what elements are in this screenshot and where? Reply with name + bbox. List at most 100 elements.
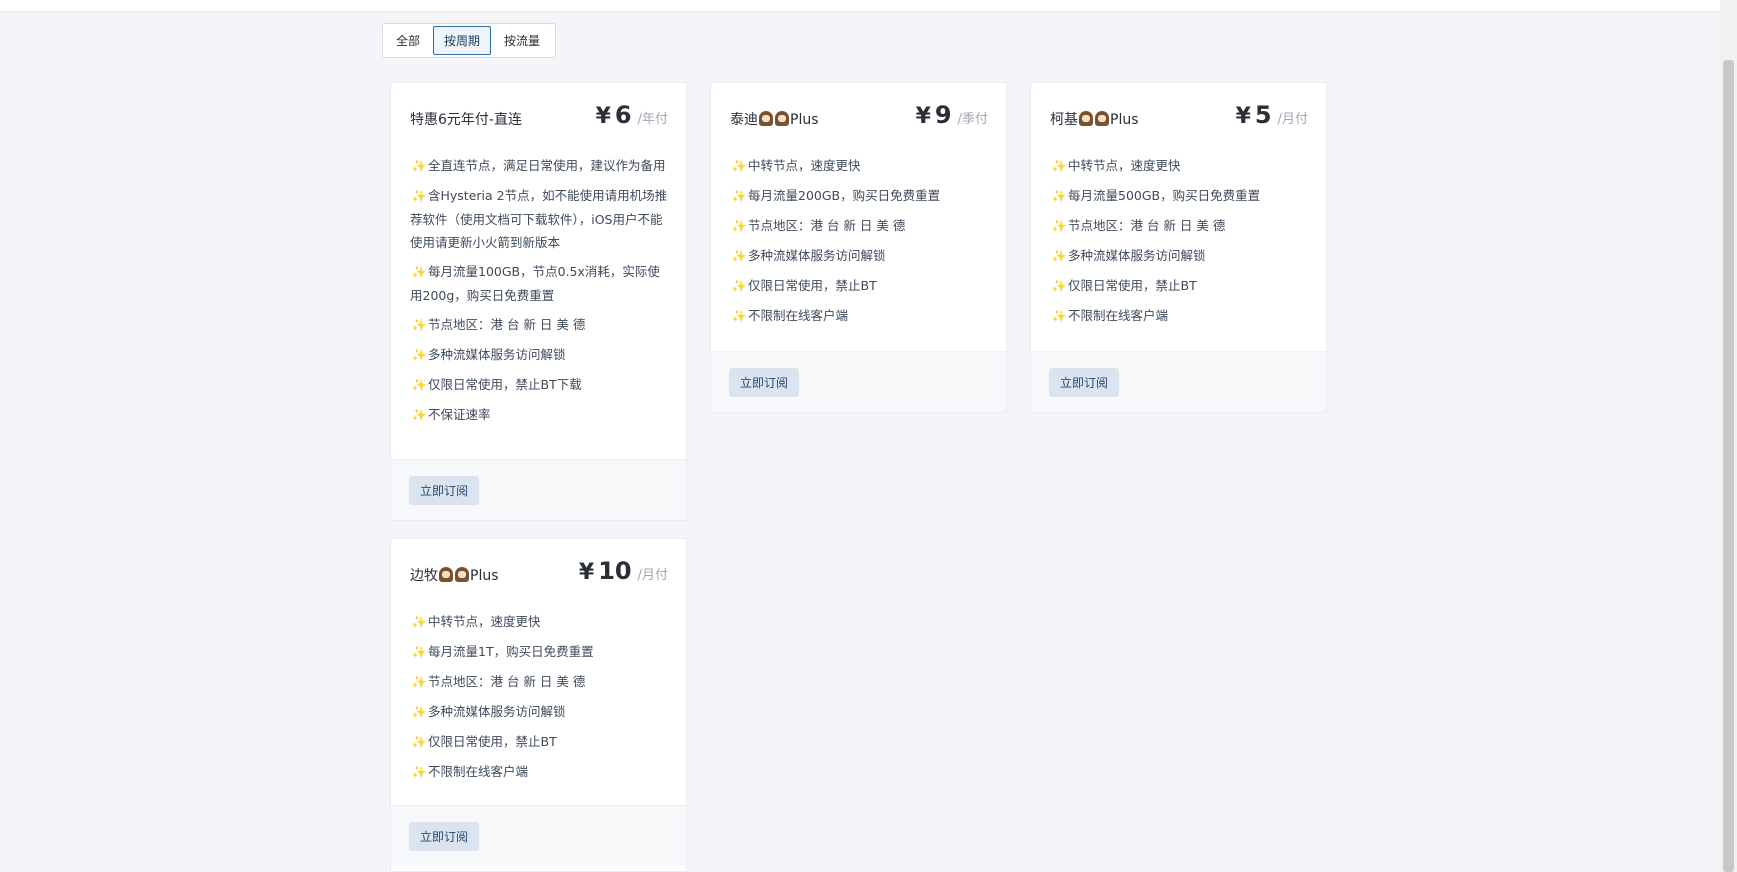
- sparkle-icon: ✨: [1051, 159, 1067, 173]
- plan-feature: ✨ 中转节点，速度更快: [730, 153, 990, 183]
- plan-feature: ✨ 中转节点，速度更快: [410, 609, 670, 639]
- dog-face-icon: [775, 111, 789, 126]
- sparkle-icon: ✨: [731, 189, 747, 203]
- page-scrollbar[interactable]: [1720, 0, 1737, 872]
- plan-feature: ✨ 多种流媒体服务访问解锁: [410, 699, 670, 729]
- plan-title: 特惠6元年付-直连: [410, 112, 522, 128]
- plan-feature: ✨ 不限制在线客户端: [730, 303, 990, 333]
- sparkle-icon: ✨: [1051, 219, 1067, 233]
- plan-title: 柯基 Plus: [1050, 109, 1139, 129]
- plan-feature: ✨ 含Hysteria 2节点，如不能使用请用机场推荐软件（使用文档可下载软件），…: [410, 183, 670, 259]
- sparkle-icon: ✨: [411, 318, 427, 332]
- dog-face-icon: [1079, 111, 1093, 126]
- plan-feature: ✨ 不限制在线客户端: [1050, 303, 1310, 333]
- plan-filter-tabs: 全部 按周期 按流量: [382, 23, 557, 58]
- plan-card-footer: 立即订阅: [391, 805, 686, 866]
- sparkle-icon: ✨: [731, 219, 747, 233]
- price-amount: 6: [614, 101, 632, 129]
- scrollbar-thumb[interactable]: [1723, 60, 1734, 872]
- dog-face-icon: [455, 567, 469, 582]
- plan-price: ¥6/年付: [596, 101, 668, 129]
- dog-face-icon: [759, 111, 773, 126]
- plan-feature: ✨ 多种流媒体服务访问解锁: [730, 243, 990, 273]
- plan-feature: ✨ 仅限日常使用，禁止BT: [1050, 273, 1310, 303]
- plan-feature-list: ✨ 中转节点，速度更快 ✨ 每月流量1T，购买日免费重置 ✨ 节点地区：港 台 新 日…: [391, 609, 686, 789]
- plan-feature: ✨ 每月流量1T，购买日免费重置: [410, 639, 670, 669]
- sparkle-icon: ✨: [411, 378, 427, 392]
- sparkle-icon: ✨: [1051, 309, 1067, 323]
- filter-by-traffic-button[interactable]: 按流量: [493, 26, 552, 55]
- sparkle-icon: ✨: [731, 309, 747, 323]
- sparkle-icon: ✨: [411, 408, 427, 422]
- sparkle-icon: ✨: [1051, 279, 1067, 293]
- plan-feature: ✨ 仅限日常使用，禁止BT: [730, 273, 990, 303]
- price-period: /季付: [957, 112, 988, 127]
- sparkle-icon: ✨: [731, 279, 747, 293]
- plan-feature: ✨ 多种流媒体服务访问解锁: [410, 342, 670, 372]
- price-amount: 10: [598, 557, 632, 585]
- dog-face-icon: [439, 567, 453, 582]
- plan-feature: ✨ 节点地区：港 台 新 日 美 德: [410, 312, 670, 342]
- plan-title-suffix: Plus: [790, 112, 819, 128]
- sparkle-icon: ✨: [411, 675, 427, 689]
- plan-title-text: 泰迪: [730, 112, 758, 128]
- plan-card-border-collie: 边牧 Plus ¥10/月付 ✨ 中转节点，速度更快 ✨ 每月流量1T，购买日免费重置…: [390, 538, 687, 872]
- plan-card-teddy: 泰迪 Plus ¥9/季付 ✨ 中转节点，速度更快 ✨ 每月流量200GB，购买日免费…: [710, 82, 1007, 413]
- filter-all-button[interactable]: 全部: [385, 26, 432, 55]
- plan-feature: ✨ 全直连节点，满足日常使用，建议作为备用: [410, 153, 670, 183]
- price-period: /月付: [637, 568, 668, 583]
- price-period: /年付: [637, 112, 668, 127]
- sparkle-icon: ✨: [1051, 189, 1067, 203]
- plan-feature: ✨ 每月流量500GB，购买日免费重置: [1050, 183, 1310, 213]
- plan-feature: ✨ 节点地区：港 台 新 日 美 德: [730, 213, 990, 243]
- sparkle-icon: ✨: [411, 645, 427, 659]
- subscribe-button[interactable]: 立即订阅: [409, 476, 480, 505]
- sparkle-icon: ✨: [411, 765, 427, 779]
- plan-price: ¥9/季付: [916, 101, 988, 129]
- plan-feature: ✨ 不限制在线客户端: [410, 759, 670, 789]
- price-currency: ¥: [915, 104, 931, 129]
- plan-card-header: 边牧 Plus ¥10/月付: [391, 539, 686, 609]
- sparkle-icon: ✨: [411, 189, 427, 203]
- subscribe-button[interactable]: 立即订阅: [729, 368, 800, 397]
- plan-feature: ✨ 多种流媒体服务访问解锁: [1050, 243, 1310, 273]
- plan-feature: ✨ 中转节点，速度更快: [1050, 153, 1310, 183]
- subscribe-button[interactable]: 立即订阅: [1049, 368, 1120, 397]
- plan-feature: ✨ 节点地区：港 台 新 日 美 德: [1050, 213, 1310, 243]
- plan-feature-list: ✨ 全直连节点，满足日常使用，建议作为备用 ✨ 含Hysteria 2节点，如不能使…: [391, 153, 686, 432]
- plan-card-corgi: 柯基 Plus ¥5/月付 ✨ 中转节点，速度更快 ✨ 每月流量500GB，购买日免费…: [1030, 82, 1327, 413]
- plan-card-header: 特惠6元年付-直连 ¥6/年付: [391, 83, 686, 153]
- price-amount: 9: [934, 101, 952, 129]
- sparkle-icon: ✨: [731, 159, 747, 173]
- plan-price: ¥10/月付: [579, 557, 668, 585]
- plan-title-suffix: Plus: [1110, 112, 1139, 128]
- plan-title-suffix: Plus: [470, 568, 499, 584]
- plan-feature-list: ✨ 中转节点，速度更快 ✨ 每月流量200GB，购买日免费重置 ✨ 节点地区：港 台 …: [711, 153, 1006, 333]
- sparkle-icon: ✨: [411, 159, 427, 173]
- plan-title-text: 边牧: [410, 568, 438, 584]
- plan-card-header: 泰迪 Plus ¥9/季付: [711, 83, 1006, 153]
- plan-feature: ✨ 仅限日常使用，禁止BT下载: [410, 372, 670, 402]
- dog-face-icon: [1095, 111, 1109, 126]
- sparkle-icon: ✨: [411, 348, 427, 362]
- plan-feature-list: ✨ 中转节点，速度更快 ✨ 每月流量500GB，购买日免费重置 ✨ 节点地区：港 台 …: [1031, 153, 1326, 333]
- plan-title: 泰迪 Plus: [730, 109, 819, 129]
- plan-card-footer: 立即订阅: [711, 351, 1006, 412]
- sparkle-icon: ✨: [1051, 249, 1067, 263]
- price-currency: ¥: [595, 104, 611, 129]
- filter-by-period-button[interactable]: 按周期: [433, 26, 492, 55]
- plan-feature: ✨ 每月流量100GB，节点0.5x消耗，实际使用200g，购买日免费重置: [410, 259, 670, 312]
- plan-card-footer: 立即订阅: [391, 459, 686, 520]
- sparkle-icon: ✨: [411, 615, 427, 629]
- plan-title-text: 柯基: [1050, 112, 1078, 128]
- subscribe-button[interactable]: 立即订阅: [409, 822, 480, 851]
- price-period: /月付: [1277, 112, 1308, 127]
- sparkle-icon: ✨: [411, 265, 427, 279]
- sparkle-icon: ✨: [411, 735, 427, 749]
- plan-feature: ✨ 节点地区：港 台 新 日 美 德: [410, 669, 670, 699]
- plan-feature: ✨ 每月流量200GB，购买日免费重置: [730, 183, 990, 213]
- plan-feature: ✨ 仅限日常使用，禁止BT: [410, 729, 670, 759]
- plan-title: 边牧 Plus: [410, 565, 499, 585]
- sparkle-icon: ✨: [731, 249, 747, 263]
- plan-card-footer: 立即订阅: [1031, 351, 1326, 412]
